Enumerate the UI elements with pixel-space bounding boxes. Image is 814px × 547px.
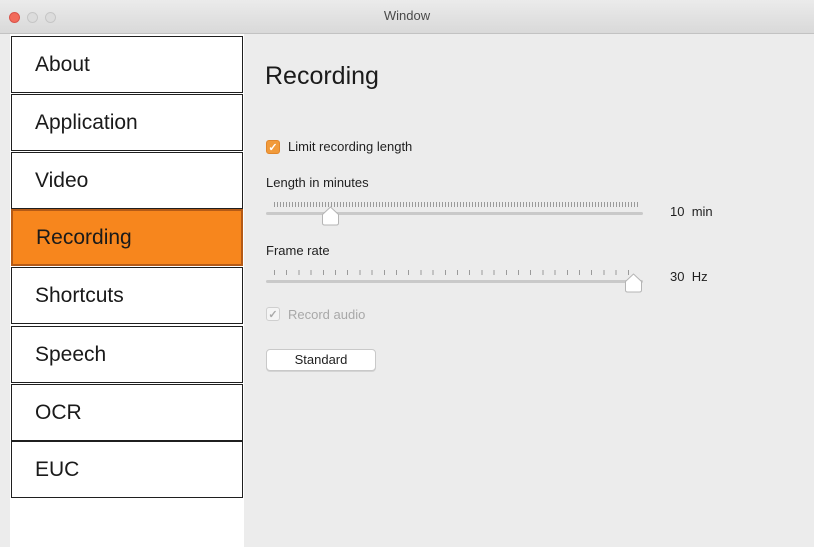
preferences-window: Window About Application Video Recording…	[0, 0, 814, 547]
sidebar-item-shortcuts[interactable]: Shortcuts	[11, 267, 243, 324]
frame-rate-slider-thumb[interactable]	[624, 273, 643, 293]
limit-recording-checkbox[interactable]: ✓	[266, 140, 280, 154]
length-value-unit: min	[691, 204, 713, 219]
sidebar-item-video[interactable]: Video	[11, 152, 243, 209]
frame-rate-slider-label: Frame rate	[266, 243, 330, 258]
title-bar[interactable]: Window	[0, 0, 814, 34]
page-title: Recording	[265, 62, 379, 90]
frame-rate-value-number: 30	[670, 269, 685, 284]
frame-rate-slider-ticks	[274, 270, 640, 275]
sidebar-item-application[interactable]: Application	[11, 94, 243, 151]
record-audio-label: Record audio	[288, 307, 366, 322]
length-value: 10 min	[670, 204, 713, 219]
length-slider-label: Length in minutes	[266, 175, 369, 190]
settings-pane: Recording ✓ Limit recording length Lengt…	[244, 34, 814, 547]
record-audio-checkbox[interactable]: ✓	[266, 307, 280, 321]
sidebar-item-euc[interactable]: EUC	[11, 441, 243, 498]
length-value-number: 10	[670, 204, 685, 219]
frame-rate-value: 30 Hz	[670, 269, 708, 284]
frame-rate-value-unit: Hz	[691, 269, 708, 284]
sidebar-item-recording[interactable]: Recording	[11, 209, 243, 266]
length-slider-thumb[interactable]	[321, 206, 340, 226]
sidebar: About Application Video Recording Shortc…	[10, 34, 244, 547]
standard-button[interactable]: Standard	[266, 349, 376, 371]
sidebar-item-speech[interactable]: Speech	[11, 326, 243, 383]
frame-rate-slider[interactable]	[266, 280, 643, 283]
sidebar-item-ocr[interactable]: OCR	[11, 384, 243, 441]
window-title: Window	[383, 8, 431, 23]
sidebar-item-about[interactable]: About	[11, 36, 243, 93]
limit-recording-label: Limit recording length	[288, 139, 413, 154]
